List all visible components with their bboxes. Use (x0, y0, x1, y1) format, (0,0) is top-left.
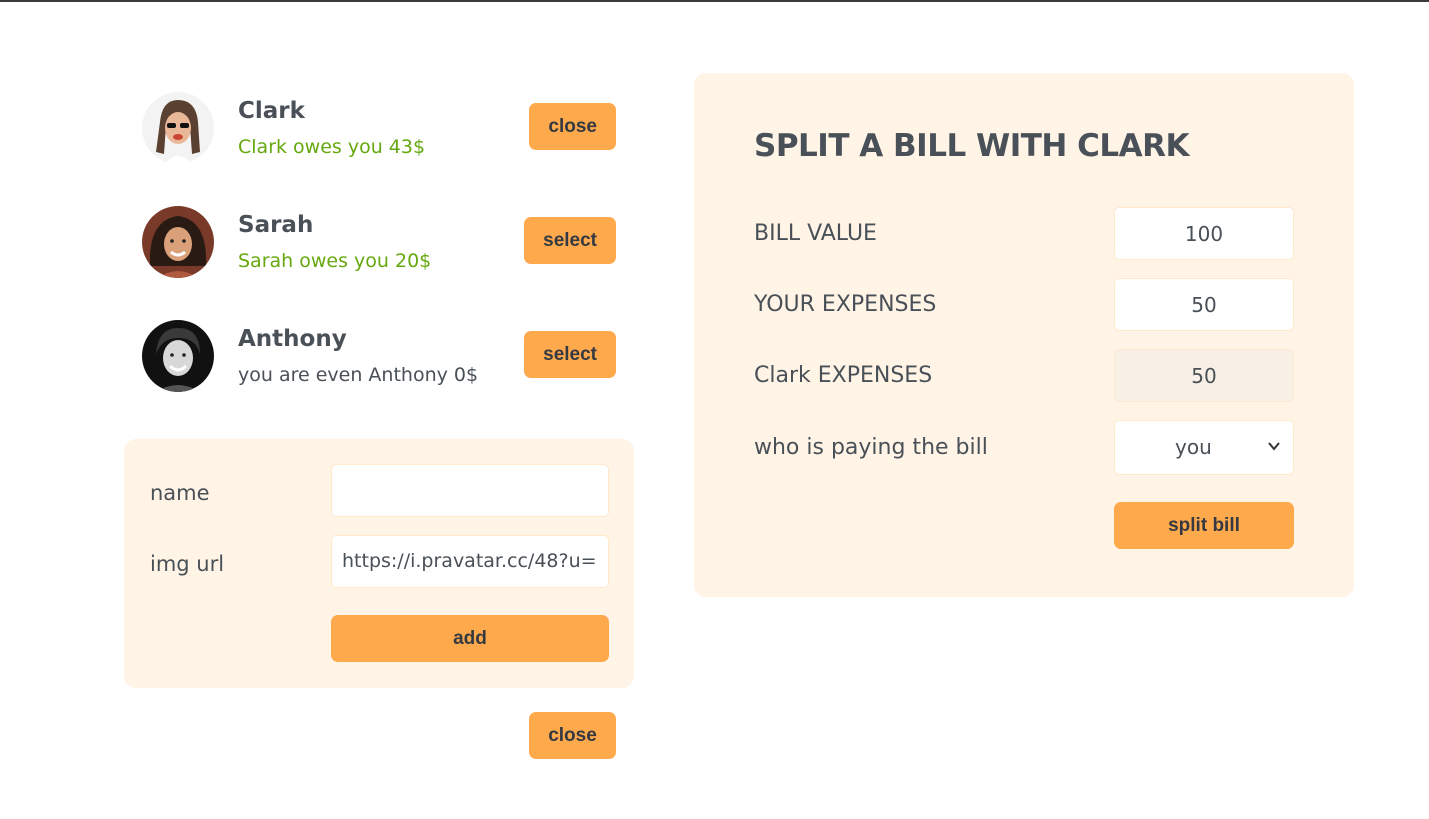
name-input[interactable] (331, 464, 609, 517)
friend-balance: you are even Anthony 0$ (238, 364, 479, 386)
friend-name: Sarah (238, 212, 314, 238)
payer-label: who is paying the bill (754, 435, 988, 460)
split-bill-form: SPLIT A BILL WITH CLARK BILL VALUE 100 Y… (694, 73, 1354, 597)
avatar-sarah (142, 206, 214, 278)
bill-value-label: BILL VALUE (754, 221, 877, 246)
friend-expenses-label: Clark EXPENSES (754, 363, 933, 388)
friend-balance: Clark owes you 43$ (238, 136, 426, 158)
select-friend-button[interactable]: select (524, 217, 616, 264)
split-bill-button[interactable]: split bill (1114, 502, 1294, 549)
name-label: name (150, 481, 210, 505)
avatar-anthony (142, 320, 214, 392)
img-url-input[interactable]: https://i.pravatar.cc/48?u= (331, 535, 609, 588)
add-friend-form: name img url https://i.pravatar.cc/48?u=… (124, 439, 634, 688)
friend-name: Anthony (238, 326, 347, 352)
select-friend-button[interactable]: select (524, 331, 616, 378)
split-bill-title: SPLIT A BILL WITH CLARK (754, 128, 1190, 164)
eat-n-split-app: Clark Clark owes you 43$ close Sarah Sar… (0, 0, 1429, 819)
friend-balance: Sarah owes you 20$ (238, 250, 432, 272)
friend-expenses-input: 50 (1114, 349, 1294, 402)
close-friend-button[interactable]: close (529, 103, 616, 150)
your-expenses-input[interactable]: 50 (1114, 278, 1294, 331)
bill-value-input[interactable]: 100 (1114, 207, 1294, 260)
your-expenses-label: YOUR EXPENSES (754, 292, 937, 317)
friend-item-clark: Clark Clark owes you 43$ close (124, 78, 634, 192)
img-url-label: img url (150, 552, 225, 576)
friend-item-sarah: Sarah Sarah owes you 20$ select (124, 192, 634, 306)
friend-item-anthony: Anthony you are even Anthony 0$ select (124, 306, 634, 420)
add-friend-button[interactable]: add (331, 615, 609, 662)
friend-name: Clark (238, 98, 305, 124)
avatar-clark (142, 92, 214, 164)
img-url-input-value: https://i.pravatar.cc/48?u= (342, 550, 597, 572)
payer-select[interactable]: you (1114, 420, 1294, 475)
payer-select-value: you (1175, 435, 1212, 459)
close-form-button[interactable]: close (529, 712, 616, 759)
chevron-down-icon (1268, 442, 1280, 451)
friends-list: Clark Clark owes you 43$ close Sarah Sar… (124, 78, 634, 420)
